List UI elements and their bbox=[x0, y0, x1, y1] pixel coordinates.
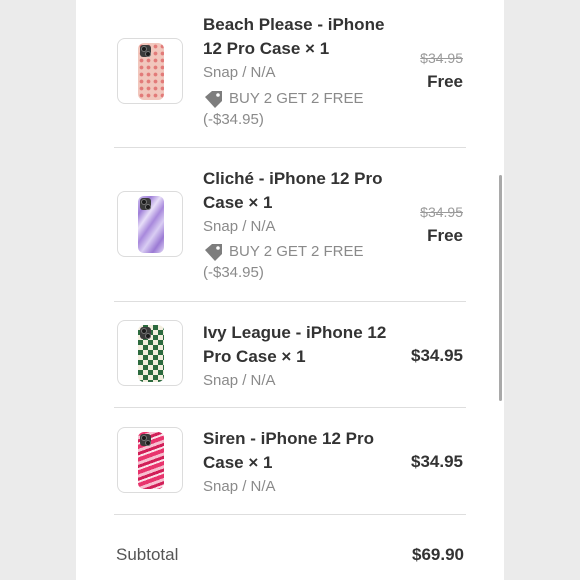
discount-label: BUY 2 GET 2 FREE (-$34.95) bbox=[203, 241, 393, 283]
product-image bbox=[117, 38, 183, 104]
discount-text: BUY 2 GET 2 FREE (-$34.95) bbox=[203, 90, 364, 128]
product-variant: Snap / N/A bbox=[203, 218, 276, 235]
phone-case-beach-please bbox=[138, 43, 164, 100]
product-title: Beach Please - iPhone 12 Pro Case × 1 bbox=[203, 15, 385, 58]
price-tag-icon bbox=[205, 244, 222, 261]
product-title: Cliché - iPhone 12 Pro Case × 1 bbox=[203, 169, 383, 212]
scrollbar[interactable] bbox=[499, 175, 502, 401]
cart-line-item: Siren - iPhone 12 Pro Case × 1 Snap / N/… bbox=[114, 408, 466, 515]
subtotal-label: Subtotal bbox=[116, 545, 179, 564]
product-variant: Snap / N/A bbox=[203, 372, 276, 389]
product-variant: Snap / N/A bbox=[203, 64, 276, 81]
original-price: $34.95 bbox=[420, 204, 463, 220]
line-price: $34.95 bbox=[411, 452, 463, 471]
line-price: Free bbox=[427, 72, 463, 91]
line-price: Free bbox=[427, 226, 463, 245]
subtotal-value: $69.90 bbox=[412, 545, 464, 564]
line-price: $34.95 bbox=[411, 346, 463, 365]
product-image bbox=[117, 320, 183, 386]
cart-line-item: Beach Please - iPhone 12 Pro Case × 1 Sn… bbox=[114, 0, 466, 148]
original-price: $34.95 bbox=[420, 50, 463, 66]
discount-label: BUY 2 GET 2 FREE (-$34.95) bbox=[203, 88, 393, 130]
phone-case-ivy-league bbox=[138, 325, 164, 382]
product-title: Ivy League - iPhone 12 Pro Case × 1 bbox=[203, 323, 387, 366]
product-title: Siren - iPhone 12 Pro Case × 1 bbox=[203, 429, 374, 472]
price-tag-icon bbox=[205, 91, 222, 108]
product-image bbox=[117, 191, 183, 257]
cart-line-item: Ivy League - iPhone 12 Pro Case × 1 Snap… bbox=[114, 302, 466, 408]
phone-case-cliche bbox=[138, 196, 164, 253]
cart-line-item: Cliché - iPhone 12 Pro Case × 1 Snap / N… bbox=[114, 148, 466, 302]
discount-text: BUY 2 GET 2 FREE (-$34.95) bbox=[203, 243, 364, 281]
product-image bbox=[117, 427, 183, 493]
product-variant: Snap / N/A bbox=[203, 478, 276, 495]
phone-case-siren bbox=[138, 432, 164, 489]
